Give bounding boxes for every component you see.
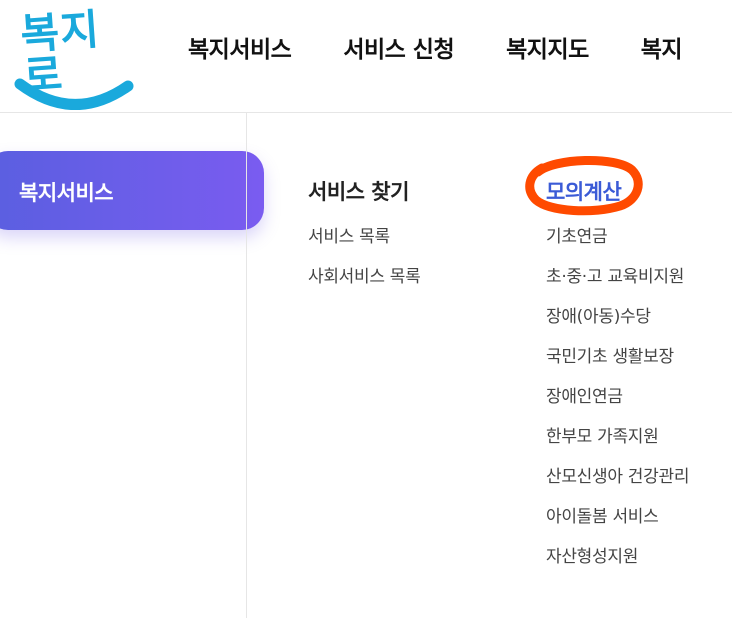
- nav-item-welfare-more[interactable]: 복지: [641, 30, 683, 64]
- main-nav: 복지서비스 서비스 신청 복지지도 복지: [188, 30, 732, 64]
- page: 복지로 복지서비스 서비스 신청 복지지도 복지 복지서비스 서비스 찾기 서비스 목…: [0, 0, 732, 618]
- menu-item[interactable]: 기초연금: [546, 226, 689, 266]
- menu-item[interactable]: 아이돌봄 서비스: [546, 506, 689, 546]
- menu-column-title-mock-calculation[interactable]: 모의계산: [546, 176, 689, 208]
- menu-item[interactable]: 장애인연금: [546, 386, 689, 426]
- logo-smile-icon: [14, 78, 134, 110]
- sidebar-item-label: 복지서비스: [19, 181, 114, 205]
- menu-item[interactable]: 자산형성지원: [546, 546, 689, 586]
- nav-item-welfare-services[interactable]: 복지서비스: [188, 30, 292, 64]
- menu-list: 기초연금 초·중·고 교육비지원 장애(아동)수당 국민기초 생활보장 장애인연…: [546, 226, 689, 586]
- menu-item[interactable]: 한부모 가족지원: [546, 426, 689, 466]
- menu-column-mock-calculation: 모의계산 기초연금 초·중·고 교육비지원 장애(아동)수당 국민기초 생활보장…: [546, 176, 689, 586]
- vertical-divider: [246, 113, 247, 618]
- menu-column-find-services: 서비스 찾기 서비스 목록 사회서비스 목록: [308, 176, 421, 306]
- menu-column-title[interactable]: 서비스 찾기: [308, 176, 420, 208]
- menu-item[interactable]: 사회서비스 목록: [308, 266, 421, 306]
- logo[interactable]: 복지로: [14, 5, 138, 110]
- menu-item[interactable]: 서비스 목록: [308, 226, 420, 266]
- header: 복지로 복지서비스 서비스 신청 복지지도 복지: [0, 0, 732, 113]
- sidebar-item-welfare-services[interactable]: 복지서비스: [0, 151, 264, 230]
- nav-item-welfare-map[interactable]: 복지지도: [506, 30, 589, 64]
- menu-item[interactable]: 초·중·고 교육비지원: [546, 266, 689, 306]
- menu-item[interactable]: 산모신생아 건강관리: [546, 466, 689, 506]
- menu-list: 서비스 목록 사회서비스 목록: [308, 226, 421, 306]
- menu-item[interactable]: 국민기초 생활보장: [546, 346, 689, 386]
- nav-item-service-application[interactable]: 서비스 신청: [343, 30, 454, 64]
- menu-item[interactable]: 장애(아동)수당: [546, 306, 689, 346]
